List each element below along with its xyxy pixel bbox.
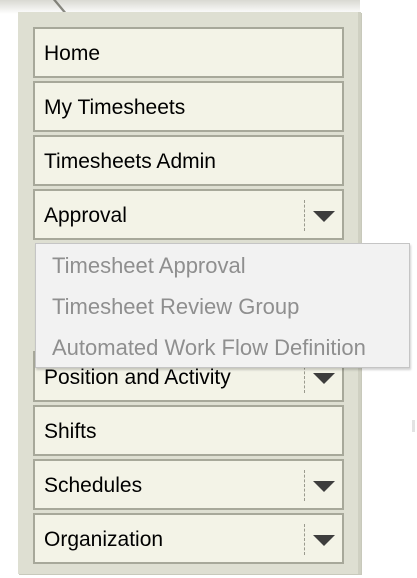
- dropdown-separator: [304, 470, 305, 501]
- edge-tick: [412, 420, 415, 432]
- app-canvas: Home My Timesheets Timesheets Admin Appr…: [0, 0, 417, 578]
- submenu-item-automated-work-flow-definition[interactable]: Automated Work Flow Definition: [52, 335, 366, 361]
- menu-item-label: Shifts: [44, 420, 97, 443]
- menu-item-home[interactable]: Home: [33, 27, 344, 78]
- dropdown-separator: [304, 200, 305, 231]
- chevron-down-icon[interactable]: [313, 373, 335, 384]
- chevron-down-icon[interactable]: [313, 535, 335, 546]
- dropdown-separator: [304, 524, 305, 555]
- menu-item-schedules[interactable]: Schedules: [33, 459, 344, 510]
- menu-item-label: Schedules: [44, 474, 143, 497]
- menu-item-my-timesheets[interactable]: My Timesheets: [33, 81, 344, 132]
- submenu-item-timesheet-approval[interactable]: Timesheet Approval: [52, 253, 246, 279]
- chevron-down-icon[interactable]: [313, 211, 335, 222]
- menu-item-label: Position and Activity: [44, 366, 231, 389]
- chevron-down-icon[interactable]: [313, 481, 335, 492]
- menu-item-shifts[interactable]: Shifts: [33, 405, 344, 456]
- menu-item-label: My Timesheets: [44, 96, 186, 119]
- menu-item-label: Approval: [44, 204, 127, 227]
- submenu-item-timesheet-review-group[interactable]: Timesheet Review Group: [52, 294, 299, 320]
- menu-item-label: Organization: [44, 528, 164, 551]
- approval-submenu: Timesheet Approval Timesheet Review Grou…: [35, 243, 410, 368]
- menu-item-organization[interactable]: Organization: [33, 513, 344, 564]
- menu-item-timesheets-admin[interactable]: Timesheets Admin: [33, 135, 344, 186]
- menu-item-label: Timesheets Admin: [44, 150, 216, 173]
- menu-item-label: Home: [44, 42, 101, 65]
- menu-item-approval[interactable]: Approval: [33, 189, 344, 240]
